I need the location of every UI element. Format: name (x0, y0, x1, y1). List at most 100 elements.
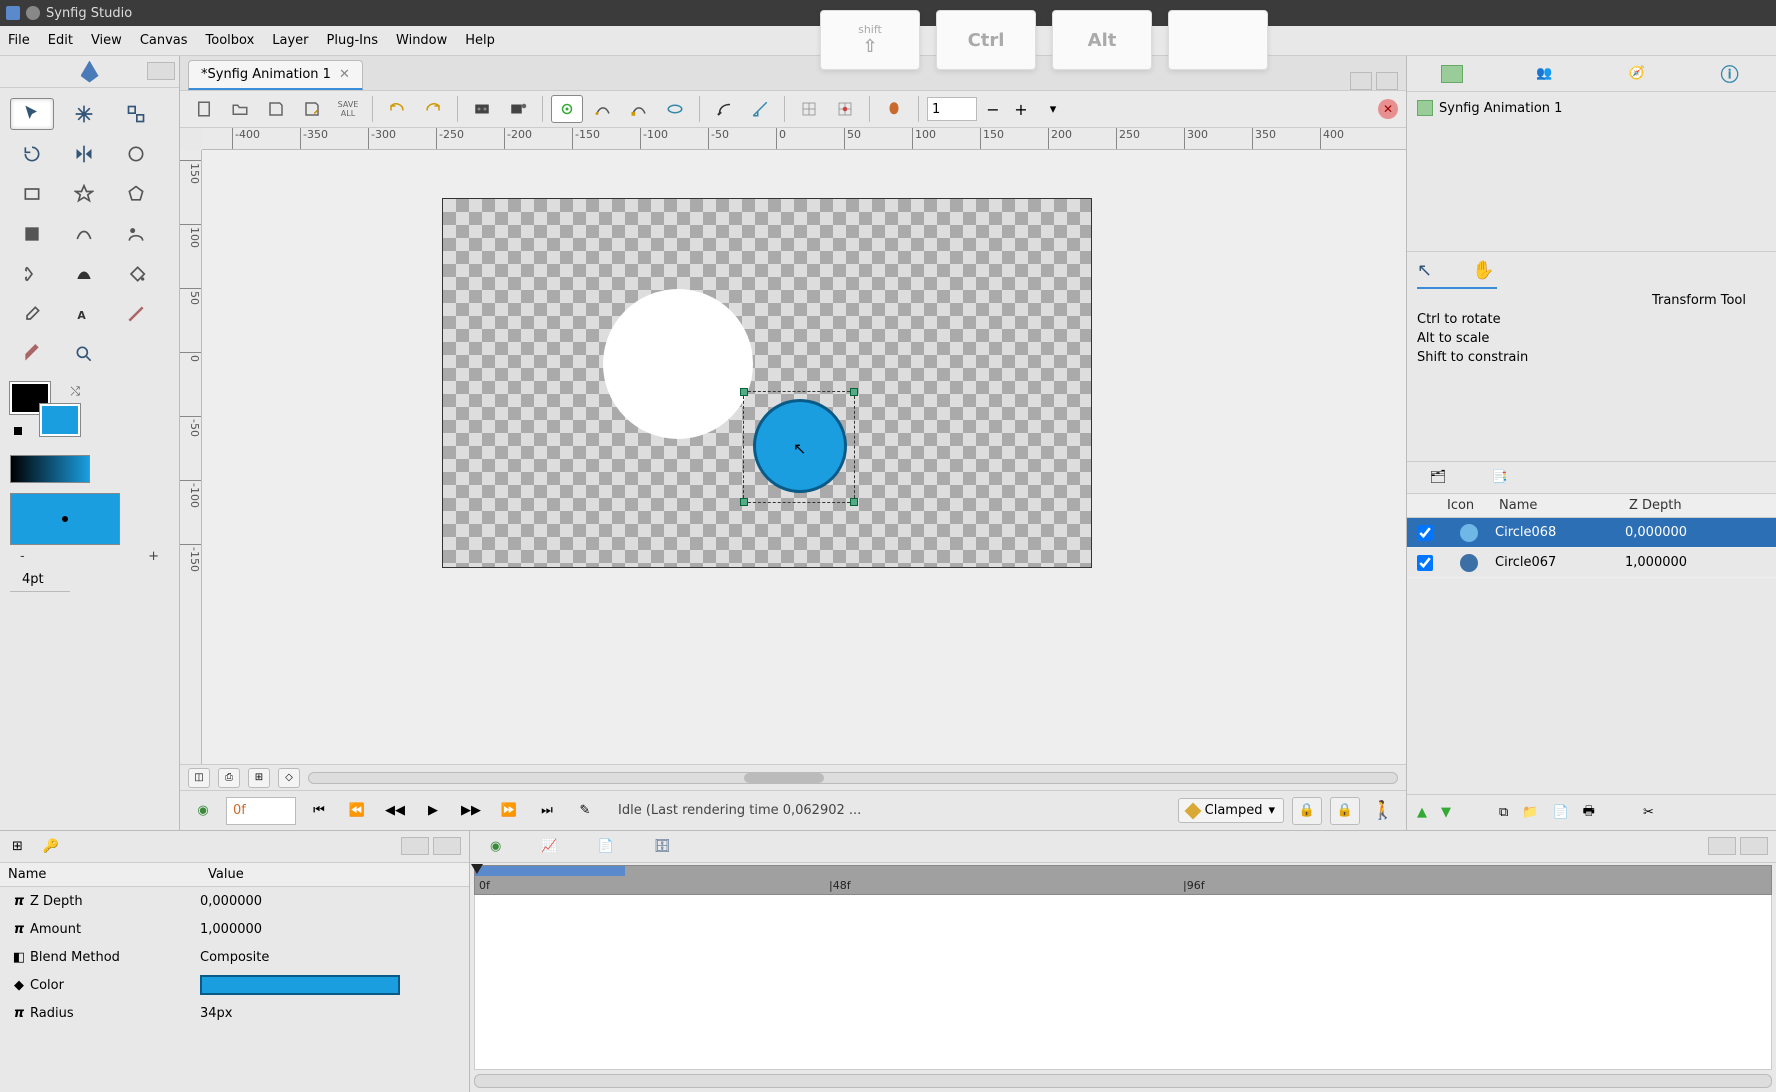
layer-row[interactable]: Circle0680,000000 (1407, 518, 1776, 548)
onion-mode-4-icon[interactable] (659, 95, 691, 123)
canvas-browser-item[interactable]: Synfig Animation 1 (1417, 100, 1766, 116)
param-row[interactable]: πZ Depth0,000000 (0, 887, 469, 915)
star-tool[interactable] (62, 178, 106, 210)
zoom-input[interactable] (927, 97, 977, 121)
handle-ne[interactable] (850, 388, 858, 396)
seek-first-icon[interactable]: ⏮ (304, 797, 334, 825)
menu-plugins[interactable]: Plug-Ins (327, 33, 378, 48)
children-tab-icon[interactable]: 📄 (598, 839, 614, 854)
menu-help[interactable]: Help (465, 33, 495, 48)
eyedrop-tool[interactable] (10, 298, 54, 330)
fill-tool[interactable] (114, 258, 158, 290)
timebar-btn-1[interactable]: ◫ (188, 768, 210, 788)
circle-tool[interactable] (114, 138, 158, 170)
seek-next-key-icon[interactable]: ⏩ (494, 797, 524, 825)
canvas-content[interactable]: ↖ (442, 198, 1092, 568)
animate-mode-icon[interactable]: 🚶 (1368, 797, 1398, 825)
undo-icon[interactable] (381, 95, 413, 123)
tool-options-transform-icon[interactable]: ↖ (1417, 260, 1432, 281)
horizontal-scrollbar[interactable] (308, 772, 1398, 784)
keyframes-tab-icon[interactable]: 🔑 (43, 839, 59, 854)
timeline-ruler[interactable]: 0f |48f |96f (474, 865, 1772, 895)
mirror-tool[interactable] (62, 138, 106, 170)
polygon-tool[interactable] (114, 178, 158, 210)
show-grid-icon[interactable] (793, 95, 825, 123)
layers-header-name[interactable]: Name (1495, 494, 1625, 517)
brush-decrease[interactable]: - (20, 549, 25, 564)
close-window-icon[interactable] (26, 6, 40, 20)
layer-group-icon[interactable]: ⧉ (1499, 805, 1508, 820)
play-icon[interactable]: ▶ (418, 797, 448, 825)
layer-visible-checkbox[interactable] (1417, 555, 1433, 571)
timeline-dock-handle[interactable] (1708, 837, 1736, 855)
rotate-tool[interactable] (10, 138, 54, 170)
zoom-dropdown-icon[interactable]: ▾ (1037, 95, 1069, 123)
open-file-icon[interactable] (224, 95, 256, 123)
gradient-swatch[interactable] (10, 455, 90, 483)
fill-preview-swatch[interactable] (10, 493, 120, 545)
transform-tool[interactable] (10, 98, 54, 130)
layers-header-icon[interactable]: Icon (1443, 494, 1495, 517)
time-cursor[interactable] (471, 864, 483, 874)
info-tab-icon[interactable]: ⓘ (1718, 62, 1742, 86)
tool-options-hand-icon[interactable]: ✋ (1472, 260, 1494, 281)
close-canvas-icon[interactable]: ✕ (1378, 99, 1398, 119)
timeline-dock-handle2[interactable] (1740, 837, 1768, 855)
current-frame-input[interactable] (226, 797, 296, 825)
render-icon[interactable] (466, 95, 498, 123)
reset-colors-icon[interactable] (14, 427, 22, 435)
timebar-btn-2[interactable]: ⎙ (218, 768, 240, 788)
layer-cut-icon[interactable]: ✂ (1643, 805, 1654, 820)
param-color-swatch[interactable] (200, 975, 400, 995)
layer-lower-icon[interactable]: ▼ (1441, 805, 1451, 820)
param-row[interactable]: πAmount1,000000 (0, 915, 469, 943)
param-value[interactable]: 0,000000 (200, 894, 262, 909)
smooth-move-tool[interactable] (62, 98, 106, 130)
params-header-name[interactable]: Name (0, 863, 200, 886)
param-row[interactable]: ◧Blend MethodComposite (0, 943, 469, 971)
spline-tool[interactable] (62, 218, 106, 250)
cutout-tool[interactable] (10, 258, 54, 290)
timebar-btn-4[interactable]: ◇ (278, 768, 300, 788)
seek-prev-key-icon[interactable]: ⏪ (342, 797, 372, 825)
canvas-viewport[interactable]: ↖ (202, 150, 1406, 764)
layer-print-icon[interactable]: 🖶 (1583, 802, 1595, 824)
layers-header-zdepth[interactable]: Z Depth (1625, 494, 1776, 517)
navigator-tab-icon[interactable]: 🧭 (1625, 62, 1649, 86)
keyframe-lock-future-icon[interactable]: 🔒 (1330, 797, 1360, 825)
menu-layer[interactable]: Layer (272, 33, 308, 48)
param-value[interactable]: Composite (200, 950, 269, 965)
timeline-scrollbar[interactable] (474, 1074, 1772, 1088)
swap-colors-icon[interactable]: ⤭ (70, 384, 80, 399)
brush-playbar-icon[interactable]: ✎ (570, 797, 600, 825)
handle-se[interactable] (850, 498, 858, 506)
param-row[interactable]: ◆Color (0, 971, 469, 999)
keyframe-lock-past-icon[interactable]: 🔒 (1292, 797, 1322, 825)
save-file-icon[interactable] (260, 95, 292, 123)
metadata-tab-icon[interactable]: 🗄 (654, 839, 671, 854)
curves-tab-icon[interactable]: 📈 (541, 839, 557, 854)
onion-mode-3-icon[interactable] (623, 95, 655, 123)
snap-grid-icon[interactable] (829, 95, 861, 123)
save-as-icon[interactable] (296, 95, 328, 123)
sets-tab-icon[interactable]: 📑 (1489, 467, 1511, 489)
layer-circle067[interactable] (603, 289, 753, 439)
show-handles-icon[interactable] (708, 95, 740, 123)
zoom-out-button[interactable]: − (981, 97, 1005, 121)
menu-view[interactable]: View (91, 33, 122, 48)
param-row[interactable]: πRadius34px (0, 999, 469, 1027)
timetrack-tab-icon[interactable]: ◉ (490, 839, 501, 854)
handle-nw[interactable] (740, 388, 748, 396)
gradient-tool[interactable] (10, 218, 54, 250)
preview-icon[interactable] (502, 95, 534, 123)
timebar-btn-3[interactable]: ⊞ (248, 768, 270, 788)
history-tab-icon[interactable]: 👥 (1532, 62, 1556, 86)
horizontal-ruler[interactable]: -400-350-300-250-200-150-100-50050100150… (202, 128, 1406, 150)
save-all-icon[interactable]: SAVE ALL (332, 95, 364, 123)
redo-icon[interactable] (417, 95, 449, 123)
draw-tool[interactable] (114, 218, 158, 250)
tab-close-icon[interactable]: ✕ (339, 67, 350, 82)
zoom-tool[interactable] (62, 338, 106, 370)
panel-dock-handle[interactable] (147, 62, 175, 80)
params-dock-handle[interactable] (401, 837, 429, 855)
